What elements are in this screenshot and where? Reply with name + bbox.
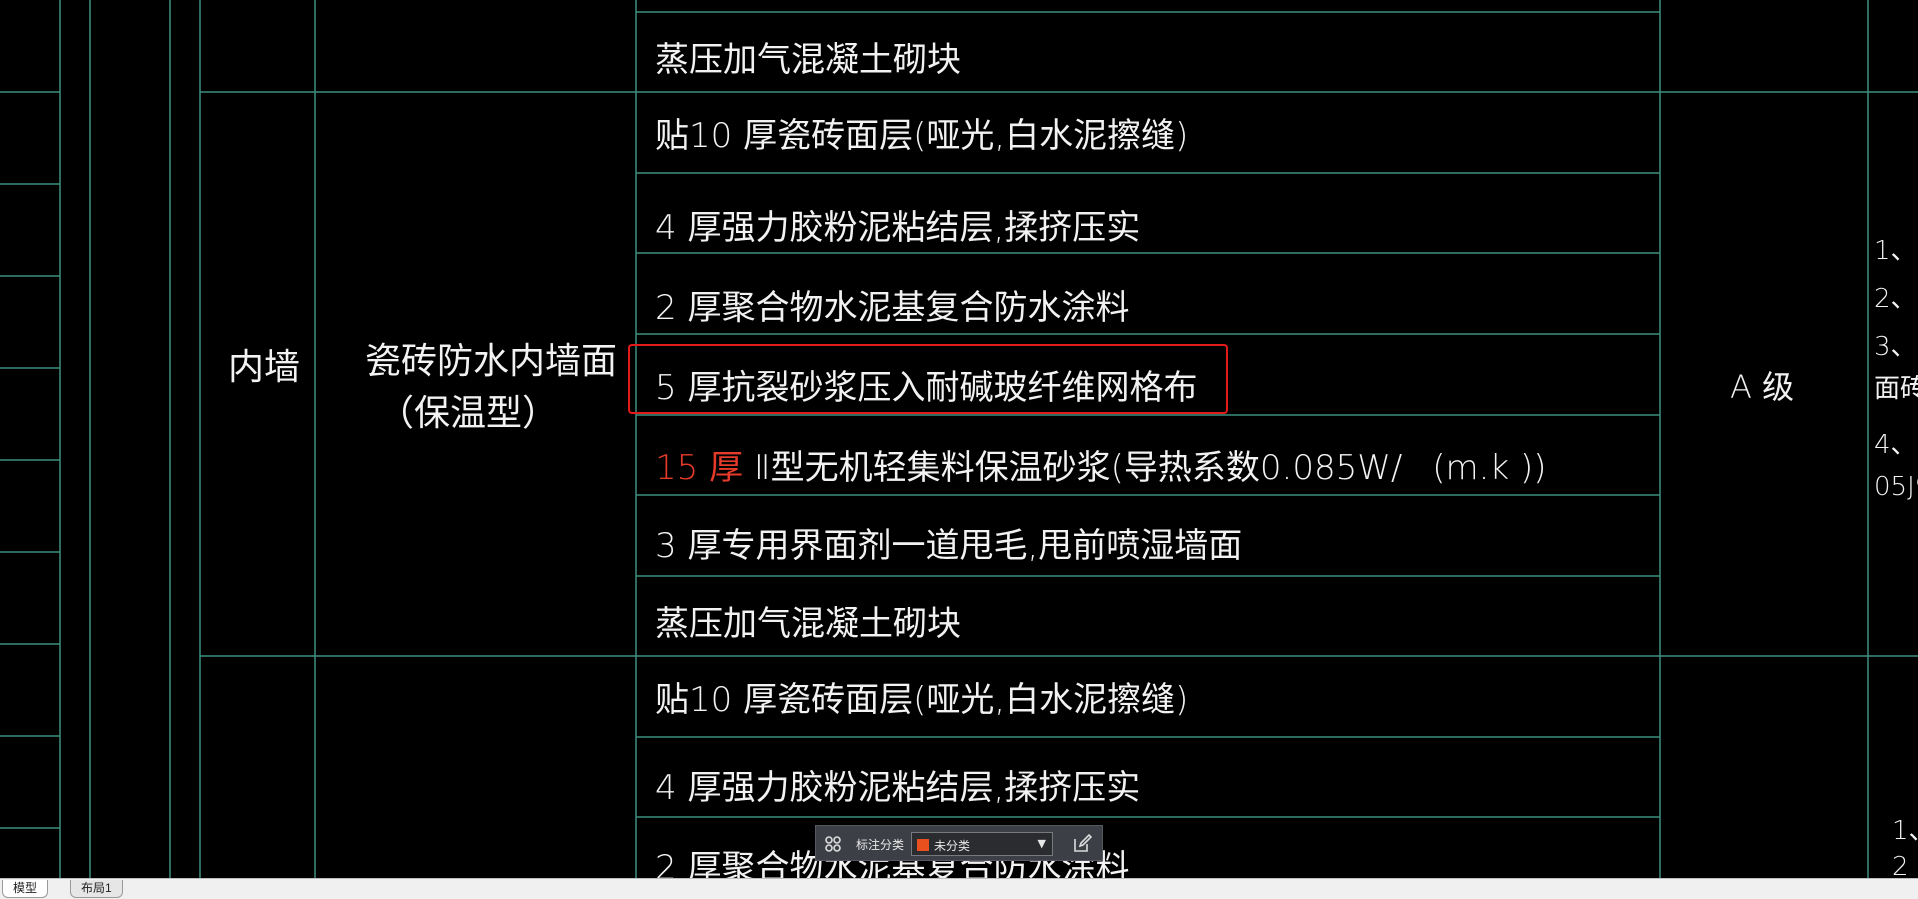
layer-unit: (m.k )): [1432, 448, 1547, 488]
layer-row: 15 厚 Ⅱ型无机轻集料保温砂浆(导热系数0.085W/ (m.k )): [655, 440, 1547, 489]
grid-icon[interactable]: [824, 835, 842, 853]
note-item: 1、: [1892, 816, 1918, 846]
layout-tab-bar: 模型 布局1: [0, 878, 1918, 899]
layer-row: 2 厚聚合物水泥基复合防水涂料: [655, 280, 1129, 329]
layer-thickness: 贴10: [655, 680, 733, 720]
layer-desc: 蒸压加气混凝土砌块: [655, 604, 961, 644]
note-item: 面砖: [1874, 374, 1918, 404]
location-cell: 内墙: [228, 347, 301, 388]
note-item: 2、: [1874, 284, 1917, 314]
annotation-category-toolbar: 标注分类 未分类 ▼: [815, 825, 1103, 861]
tab-model[interactable]: 模型: [2, 880, 49, 898]
finish-name-line1: 瓷砖防水内墙面: [365, 341, 618, 382]
annotation-category-select[interactable]: 未分类 ▼: [911, 832, 1053, 856]
layer-row-top: 蒸压加气混凝土砌块: [655, 40, 961, 80]
layer-thickness: 3: [655, 526, 677, 566]
layer-row: 蒸压加气混凝土砌块: [655, 596, 961, 645]
layer-thickness: 2: [655, 288, 677, 328]
tab-layout1[interactable]: 布局1: [70, 880, 123, 898]
layer-desc: 厚专用界面剂一道甩毛,甩前喷湿墙面: [676, 526, 1243, 566]
category-color-swatch: [917, 839, 929, 851]
layer-thickness: 15 厚: [655, 448, 744, 488]
layer-desc: 厚瓷砖面层(哑光,白水泥擦缝): [732, 116, 1189, 156]
layer-desc: 厚瓷砖面层(哑光,白水泥擦缝): [732, 680, 1189, 720]
grade-cell: A 级: [1730, 368, 1795, 406]
edit-icon[interactable]: [1072, 834, 1092, 854]
layer-desc: 厚聚合物水泥基复合防水涂料: [676, 288, 1130, 328]
chevron-down-icon: ▼: [1037, 837, 1046, 850]
layer-row: 4 厚强力胶粉泥粘结层,揉挤压实: [655, 200, 1140, 249]
annotation-category-label: 标注分类: [856, 838, 905, 852]
layer-desc: 厚强力胶粉泥粘结层,揉挤压实: [676, 208, 1141, 248]
layer-desc: 厚强力胶粉泥粘结层,揉挤压实: [676, 768, 1141, 808]
layer-thickness: 贴10: [655, 116, 733, 156]
selection-highlight-box: [628, 344, 1228, 414]
note-item: 3、: [1874, 332, 1917, 362]
layer-row: 3 厚专用界面剂一道甩毛,甩前喷湿墙面: [655, 518, 1242, 567]
annotation-category-value: 未分类: [934, 839, 971, 853]
layer-desc: Ⅱ型无机轻集料保温砂浆(导热系数0.085W/: [743, 448, 1403, 488]
note-item: 05J9: [1874, 472, 1918, 502]
layer-row: 贴10 厚瓷砖面层(哑光,白水泥擦缝): [655, 108, 1188, 157]
finish-name-line2: （保温型）: [378, 393, 559, 434]
layer-thickness: 4: [655, 768, 677, 808]
layer-row: 4 厚强力胶粉泥粘结层,揉挤压实: [655, 760, 1140, 809]
layer-row: 贴10 厚瓷砖面层(哑光,白水泥擦缝): [655, 672, 1188, 721]
note-item: 4、: [1874, 430, 1917, 460]
note-item: 1、: [1874, 236, 1917, 266]
layer-thickness: 4: [655, 208, 677, 248]
